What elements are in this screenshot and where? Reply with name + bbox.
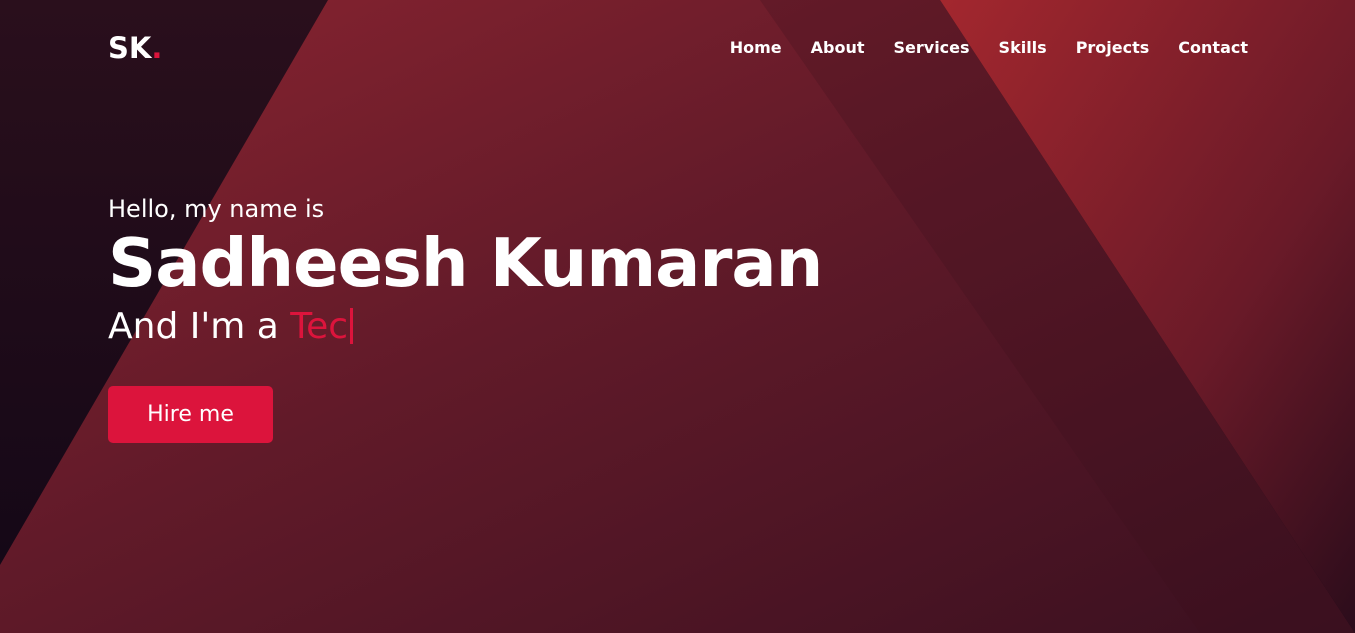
nav-skills-link[interactable]: Skills — [999, 37, 1047, 59]
typed-text: Tec — [290, 306, 349, 347]
nav-menu: Home About Services Skills Projects Cont… — [730, 37, 1248, 59]
hero-section: SK. Home About Services Skills Projects … — [0, 0, 1355, 633]
nav-contact-link[interactable]: Contact — [1178, 37, 1248, 59]
nav-about-link[interactable]: About — [811, 37, 865, 59]
logo-text: SK — [108, 31, 152, 65]
typing-cursor — [350, 308, 354, 344]
nav-projects-link[interactable]: Projects — [1076, 37, 1150, 59]
nav-services-link[interactable]: Services — [894, 37, 970, 59]
logo[interactable]: SK. — [108, 28, 162, 68]
navbar: SK. Home About Services Skills Projects … — [0, 0, 1355, 96]
hire-me-button[interactable]: Hire me — [108, 386, 273, 443]
nav-home-link[interactable]: Home — [730, 37, 782, 59]
hero-greeting: Hello, my name is — [108, 195, 325, 223]
hero-content: Hello, my name is Sadheesh Kumaran And I… — [108, 192, 823, 443]
typing-prefix: And I'm a — [108, 306, 291, 347]
hero-name: Sadheesh Kumaran — [108, 224, 823, 302]
hero-typing-line: And I'm a Tec — [108, 304, 822, 350]
logo-dot: . — [151, 31, 163, 65]
